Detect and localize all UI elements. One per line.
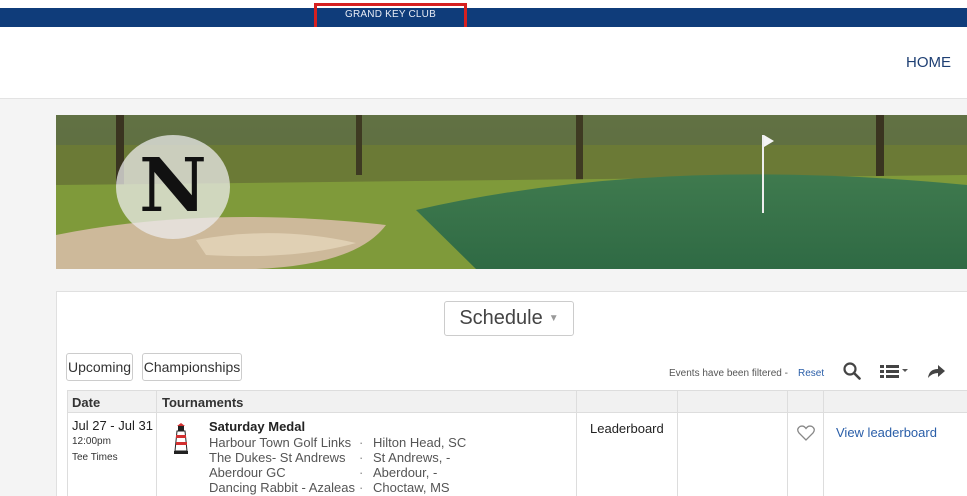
- filter-upcoming-label: Upcoming: [67, 359, 132, 375]
- course-location: Aberdour, -: [373, 465, 438, 480]
- nav-home-link[interactable]: HOME: [906, 54, 951, 71]
- share-icon[interactable]: [926, 362, 946, 385]
- header-date: Date: [72, 395, 101, 410]
- header-tournaments: Tournaments: [162, 395, 244, 410]
- filter-note: Events have been filtered -: [669, 368, 788, 379]
- course-location: Choctaw, MS: [373, 480, 450, 495]
- reset-link[interactable]: Reset: [798, 368, 824, 379]
- filter-championships-label: Championships: [143, 359, 241, 375]
- course-row: The Dukes- St Andrews · St Andrews, -: [209, 450, 493, 465]
- event-time: 12:00pm: [72, 436, 111, 447]
- course-name: Aberdour GC: [209, 465, 286, 480]
- search-icon[interactable]: [843, 362, 861, 385]
- course-row: Aberdour GC · Aberdour, -: [209, 465, 493, 480]
- filter-championships-button[interactable]: Championships: [142, 353, 242, 381]
- schedule-title: Schedule: [459, 307, 543, 329]
- top-bar: [0, 8, 967, 27]
- event-date: Jul 27 - Jul 31: [72, 418, 153, 433]
- view-leaderboard-link[interactable]: View leaderboard: [836, 425, 937, 440]
- leaderboard-link[interactable]: Leaderboard: [590, 421, 664, 436]
- table-row: Jul 27 - Jul 31 12:00pm Tee Times Saturd…: [67, 413, 967, 496]
- tee-times-link[interactable]: Tee Times: [72, 452, 118, 463]
- club-logo: N: [116, 135, 230, 239]
- course-row: Dancing Rabbit - Azaleas · Choctaw, MS: [209, 480, 493, 495]
- course-location: Hilton Head, SC: [373, 435, 467, 450]
- course-separator: ·: [359, 435, 364, 450]
- filter-upcoming-button[interactable]: Upcoming: [66, 353, 133, 381]
- schedule-dropdown[interactable]: Schedule ▼: [444, 301, 574, 336]
- hero-banner: N: [56, 115, 967, 269]
- lighthouse-icon: [171, 423, 191, 460]
- top-strip: [0, 0, 967, 8]
- course-separator: ·: [359, 480, 364, 495]
- schedule-card: Schedule ▼ Upcoming Championships Events…: [56, 291, 967, 496]
- course-name: The Dukes- St Andrews: [209, 450, 346, 465]
- heart-icon[interactable]: [797, 425, 815, 446]
- logo-letter: N: [139, 143, 207, 229]
- course-row: Harbour Town Golf Links · Hilton Head, S…: [209, 435, 493, 450]
- course-name: Dancing Rabbit - Azaleas: [209, 480, 355, 495]
- table-header: Date Tournaments: [67, 390, 967, 413]
- navbar: HOME: [0, 27, 967, 99]
- course-separator: ·: [359, 465, 364, 480]
- course-location: St Andrews, -: [373, 450, 451, 465]
- event-title[interactable]: Saturday Medal: [209, 419, 305, 434]
- course-separator: ·: [359, 450, 364, 465]
- list-view-icon[interactable]: [880, 362, 910, 385]
- course-list: Harbour Town Golf Links · Hilton Head, S…: [209, 435, 493, 495]
- course-name: Harbour Town Golf Links: [209, 435, 352, 450]
- caret-down-icon: ▼: [548, 313, 559, 324]
